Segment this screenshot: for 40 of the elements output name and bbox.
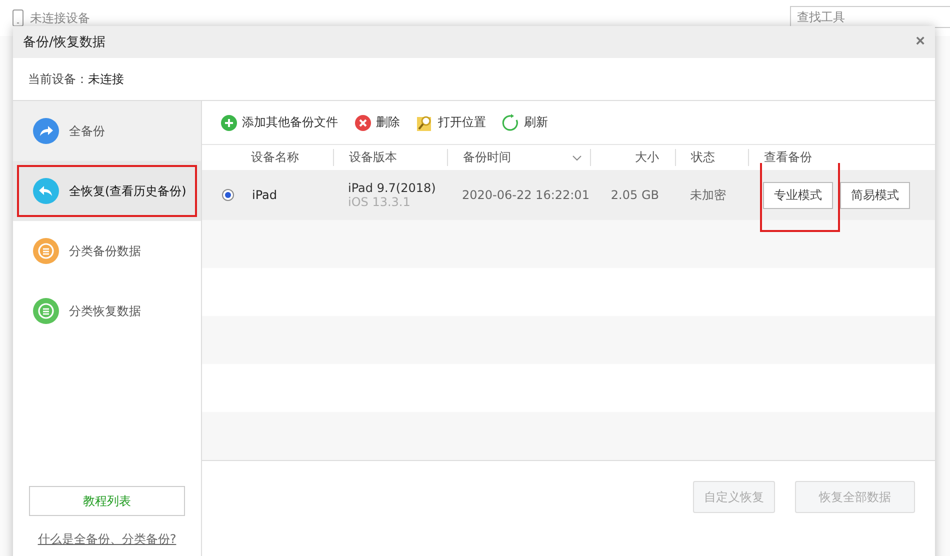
table-row[interactable]: iPad iPad 9.7(2018) iOS 13.3.1 2020-06-22 16:22:01 2.05 GB 未加密 专业模式 简易模式: [202, 170, 935, 220]
refresh-icon: [502, 114, 520, 132]
column-header[interactable]: 查看备份: [748, 149, 916, 166]
mode-button[interactable]: 简易模式: [840, 182, 910, 208]
sidebar-item[interactable]: 分类备份数据: [13, 221, 201, 281]
close-button[interactable]: ×: [916, 33, 925, 51]
help-link[interactable]: 什么是全备份、分类备份?: [38, 531, 176, 548]
sidebar-item[interactable]: 分类恢复数据: [13, 281, 201, 341]
close-icon: [354, 114, 372, 132]
sidebar-item[interactable]: 全恢复(查看历史备份): [13, 161, 201, 221]
circular-list-icon: [33, 238, 59, 264]
toolbar-button[interactable]: 刷新: [502, 114, 548, 132]
column-header[interactable]: 状态: [675, 149, 748, 166]
os-version: iOS 13.3.1: [348, 195, 412, 209]
chevron-down-icon: [572, 154, 582, 160]
tutorial-button[interactable]: 教程列表: [29, 486, 185, 516]
column-header[interactable]: 备份时间: [447, 149, 590, 166]
column-header[interactable]: 设备版本: [333, 149, 447, 166]
table-cell-text: 未加密: [689, 186, 727, 204]
circular-list-icon: [33, 298, 59, 324]
mode-button[interactable]: 专业模式: [763, 182, 833, 208]
current-device-value: 未连接: [88, 70, 124, 88]
search-field[interactable]: 查找工具: [790, 6, 950, 28]
radio-button[interactable]: [222, 189, 234, 201]
phone-icon: [12, 9, 24, 27]
toolbar-button[interactable]: 添加其他备份文件: [220, 114, 338, 132]
table-cell-text: iPad: [252, 188, 278, 202]
column-header[interactable]: 大小: [590, 149, 675, 166]
device-model: iPad 9.7(2018): [348, 181, 437, 195]
current-device-label: 当前设备：: [28, 70, 88, 88]
table-cell-text: 2.05 GB: [610, 188, 660, 202]
plus-icon: [220, 114, 238, 132]
toolbar-button[interactable]: 打开位置: [416, 114, 486, 132]
magnifier-folder-icon: [416, 114, 434, 132]
table-cell-text: 2020-06-22 16:22:01: [461, 188, 590, 202]
column-header[interactable]: 设备名称: [202, 149, 333, 166]
window-title: 备份/恢复数据: [23, 34, 106, 51]
device-status: 未连接设备: [30, 10, 90, 26]
toolbar-button[interactable]: 删除: [354, 114, 400, 132]
sidebar-item[interactable]: 全备份: [13, 101, 201, 161]
